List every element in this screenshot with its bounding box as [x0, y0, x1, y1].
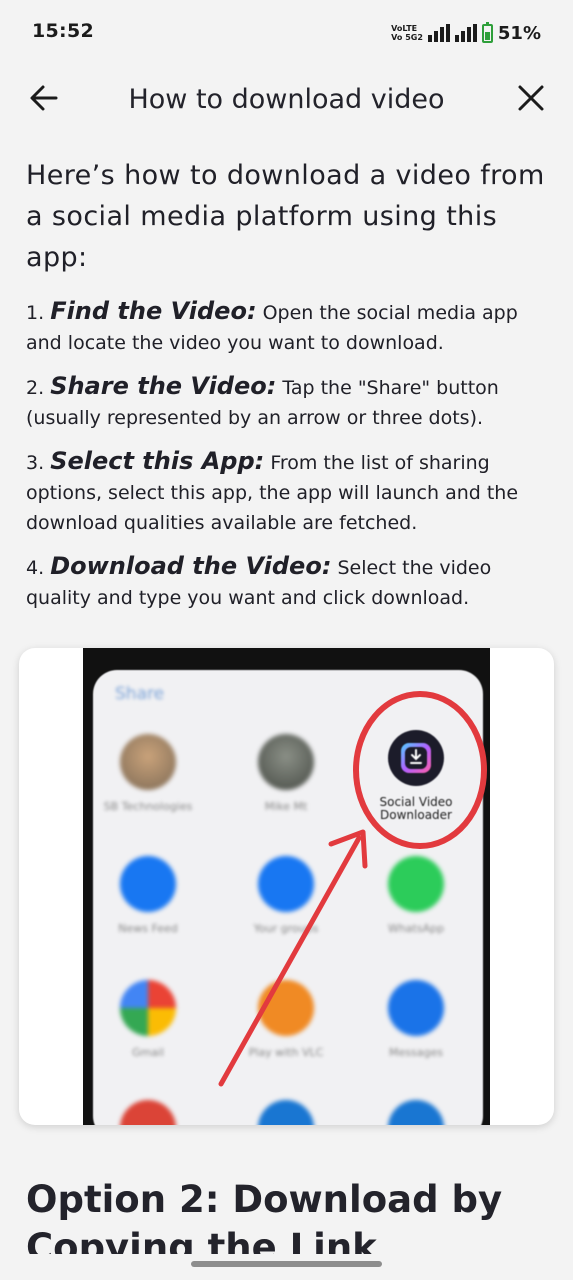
- volte-line1: VoLTE: [391, 24, 418, 33]
- close-icon: [518, 85, 544, 111]
- step-title: Find the Video:: [50, 297, 257, 325]
- home-gesture-bar[interactable]: [191, 1261, 382, 1267]
- share-target: News Feed: [93, 856, 203, 935]
- facebook-icon: [120, 856, 176, 912]
- share-target: WhatsApp: [361, 856, 471, 935]
- share-target-label: Mike Mt: [264, 800, 308, 813]
- share-sheet-preview: Share SB Technologies Mike Mt Social Vid…: [83, 648, 490, 1125]
- share-target: [93, 1100, 203, 1125]
- share-sheet: Share SB Technologies Mike Mt Social Vid…: [93, 670, 483, 1125]
- chrome-icon: [120, 1100, 176, 1125]
- app-icon: [258, 1100, 314, 1125]
- share-target: Play with VLC: [231, 980, 341, 1059]
- signal-icon: [454, 24, 477, 42]
- share-target: Gmail: [93, 980, 203, 1059]
- contact-avatar-icon: [258, 734, 314, 790]
- app-icon: [388, 1100, 444, 1125]
- share-sheet-title: Share: [115, 684, 165, 704]
- share-target-label: Social Video Downloader: [379, 795, 453, 822]
- step-item: 3. Select this App: From the list of sha…: [26, 446, 546, 538]
- status-icons: VoLTE Vo 5G2 51%: [391, 20, 541, 46]
- share-target: [231, 1100, 341, 1125]
- step-number: 3.: [26, 452, 45, 474]
- gmail-icon: [120, 980, 176, 1036]
- step-number: 1.: [26, 302, 45, 324]
- step-title: Select this App:: [50, 447, 265, 475]
- share-target: [361, 1100, 471, 1125]
- signal-icon: [427, 24, 450, 42]
- volte-badge: VoLTE Vo 5G2: [391, 24, 423, 42]
- step-number: 2.: [26, 377, 45, 399]
- whatsapp-icon: [388, 856, 444, 912]
- close-button[interactable]: [511, 78, 551, 118]
- status-time: 15:52: [32, 20, 94, 42]
- battery-icon: [481, 21, 493, 43]
- step-title: Download the Video:: [50, 552, 332, 580]
- vlc-icon: [258, 980, 314, 1036]
- step-number: 4.: [26, 557, 45, 579]
- volte-line2: Vo 5G2: [391, 33, 423, 42]
- section-heading-option-2: Option 2: Download by Copying the Link: [26, 1178, 503, 1254]
- page-title: How to download video: [128, 84, 445, 115]
- share-target-social-video-downloader: Social Video Downloader: [361, 730, 471, 822]
- share-target-label: Your groups: [253, 922, 319, 935]
- steps-list: 1. Find the Video: Open the social media…: [26, 296, 546, 613]
- share-target-label: SB Technologies: [103, 800, 193, 813]
- share-target-label: Gmail: [131, 1046, 165, 1059]
- step-item: 4. Download the Video: Select the video …: [26, 551, 546, 613]
- app-bar: How to download video: [0, 64, 573, 132]
- share-target-label: News Feed: [118, 922, 178, 935]
- tutorial-screenshot: Share SB Technologies Mike Mt Social Vid…: [19, 648, 554, 1125]
- share-target: Your groups: [231, 856, 341, 935]
- instructions: Here’s how to download a video from a so…: [26, 155, 546, 613]
- step-item: 1. Find the Video: Open the social media…: [26, 296, 546, 358]
- contact-avatar-icon: [120, 734, 176, 790]
- share-target: Messages: [361, 980, 471, 1059]
- share-target: SB Technologies: [93, 734, 203, 813]
- status-bar: 15:52 VoLTE Vo 5G2 51%: [0, 0, 573, 64]
- messages-icon: [388, 980, 444, 1036]
- intro-text: Here’s how to download a video from a so…: [26, 160, 545, 273]
- battery-percent: 51%: [497, 22, 541, 44]
- step-title: Share the Video:: [50, 372, 277, 400]
- share-target-label: Play with VLC: [248, 1046, 324, 1059]
- share-target: Mike Mt: [231, 734, 341, 813]
- step-item: 2. Share the Video: Tap the "Share" butt…: [26, 371, 546, 433]
- facebook-icon: [258, 856, 314, 912]
- download-app-icon: [388, 730, 444, 786]
- share-target-label: WhatsApp: [387, 922, 445, 935]
- share-target-label: Messages: [389, 1046, 443, 1059]
